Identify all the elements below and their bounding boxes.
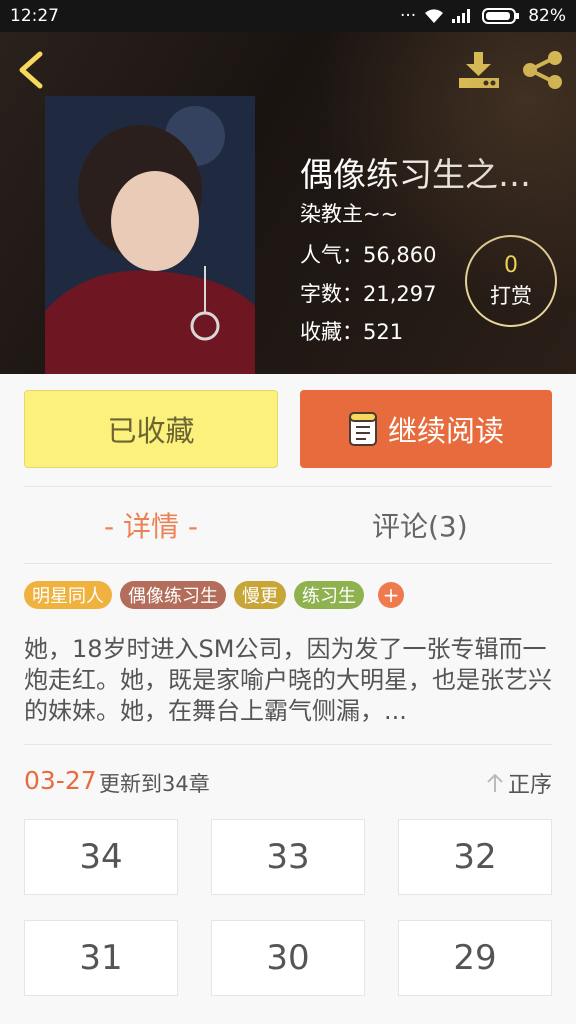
chapter-button[interactable]: 31 bbox=[24, 920, 178, 996]
tag-item[interactable]: 慢更 bbox=[234, 581, 286, 609]
update-date: 03-27 bbox=[24, 766, 97, 795]
tag-item[interactable]: 明星同人 bbox=[24, 581, 112, 609]
reward-label: 打赏 bbox=[490, 284, 532, 308]
arrow-up-icon bbox=[487, 773, 503, 792]
signal-icon bbox=[452, 9, 471, 23]
divider bbox=[24, 744, 552, 745]
stat-label: 人气： bbox=[300, 243, 363, 267]
book-cover-image[interactable] bbox=[45, 96, 255, 374]
stat-value: 21,297 bbox=[363, 282, 437, 306]
continue-reading-button[interactable]: 继续阅读 bbox=[300, 390, 552, 468]
share-icon[interactable] bbox=[520, 50, 566, 90]
divider bbox=[24, 563, 552, 564]
tab-comments[interactable]: 评论(3) bbox=[372, 505, 468, 545]
back-icon[interactable] bbox=[14, 50, 50, 90]
stat-collections: 收藏：521 bbox=[300, 316, 403, 346]
reward-button[interactable]: 0 打赏 bbox=[465, 235, 557, 327]
tag-item[interactable]: 偶像练习生 bbox=[120, 581, 226, 609]
add-tag-button[interactable]: + bbox=[378, 582, 404, 608]
book-icon bbox=[348, 412, 377, 446]
stat-word-count: 字数：21,297 bbox=[300, 278, 436, 308]
status-icons: ··· 82% bbox=[400, 6, 566, 26]
stat-label: 字数： bbox=[300, 282, 363, 306]
chapter-button[interactable]: 30 bbox=[211, 920, 365, 996]
stat-popularity: 人气：56,860 bbox=[300, 239, 436, 269]
book-author[interactable]: 染教主~~ bbox=[300, 198, 398, 228]
sort-order-label: 正序 bbox=[507, 773, 552, 798]
book-header: 偶像练习生之坤... 染教主~~ 人气：56,860 字数：21,297 收藏：… bbox=[0, 32, 576, 374]
book-title: 偶像练习生之坤... bbox=[300, 155, 562, 194]
divider bbox=[24, 486, 552, 487]
update-text: 更新到34章 bbox=[99, 772, 210, 796]
stat-label: 收藏： bbox=[300, 320, 363, 344]
battery-icon bbox=[482, 8, 520, 24]
tab-detail[interactable]: - 详情 - bbox=[104, 505, 198, 545]
tag-item[interactable]: 练习生 bbox=[294, 581, 364, 609]
favorited-button[interactable]: 已收藏 bbox=[24, 390, 278, 468]
continue-reading-label: 继续阅读 bbox=[387, 414, 504, 448]
status-time: 12:27 bbox=[10, 6, 59, 26]
download-icon[interactable] bbox=[456, 50, 502, 90]
status-bar: 12:27 ··· 82% bbox=[0, 0, 576, 32]
sort-order-toggle[interactable]: 正序 bbox=[486, 767, 552, 799]
battery-percent: 82% bbox=[528, 6, 566, 26]
more-dots-icon: ··· bbox=[399, 6, 417, 26]
wifi-icon bbox=[425, 9, 444, 23]
stat-value: 56,860 bbox=[363, 243, 437, 267]
chapter-button[interactable]: 34 bbox=[24, 819, 178, 895]
stat-value: 521 bbox=[363, 320, 404, 344]
chapter-button[interactable]: 33 bbox=[211, 819, 365, 895]
tag-list: 明星同人 偶像练习生 慢更 练习生 + bbox=[24, 581, 404, 609]
book-description[interactable]: 她，18岁时进入SM公司，因为发了一张专辑而一炮走红。她，既是家喻户晓的大明星，… bbox=[24, 634, 552, 727]
cover-illustration bbox=[45, 96, 255, 374]
chapter-button[interactable]: 29 bbox=[398, 920, 552, 996]
reward-count: 0 bbox=[504, 253, 518, 278]
chapter-button[interactable]: 32 bbox=[398, 819, 552, 895]
